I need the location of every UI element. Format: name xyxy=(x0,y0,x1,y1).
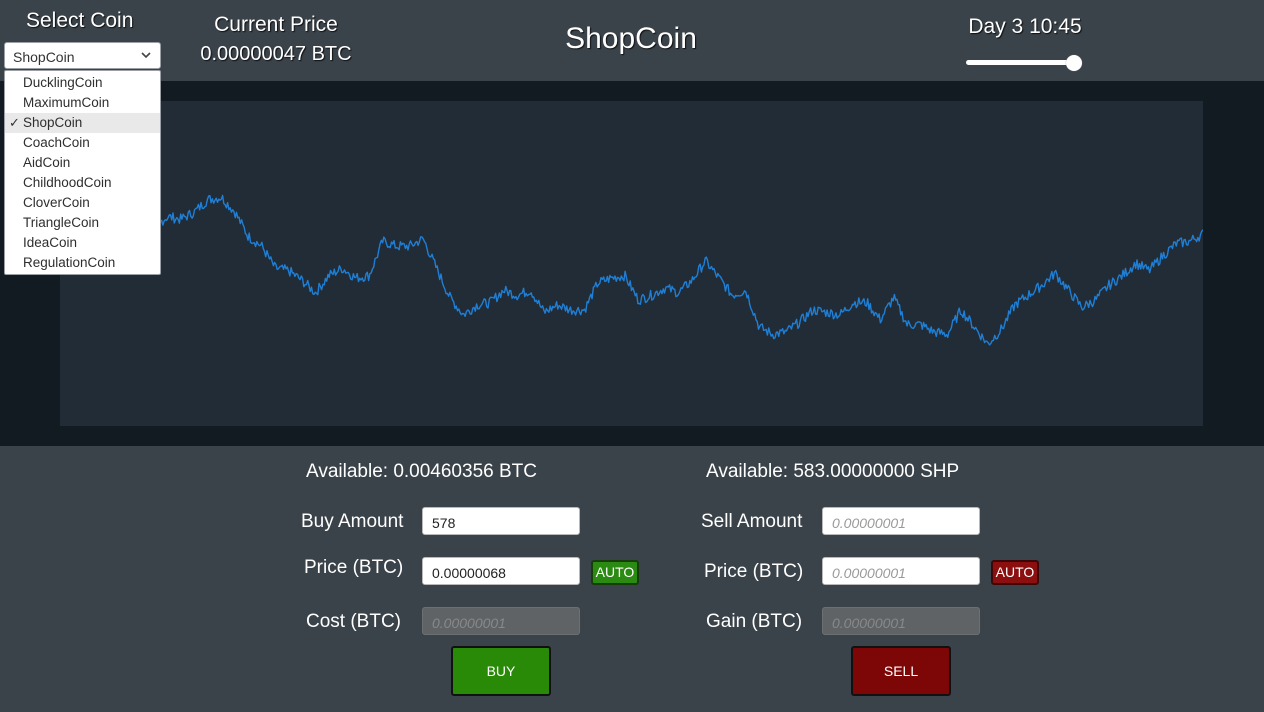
chart-frame xyxy=(0,81,1264,446)
dropdown-item-clovercoin[interactable]: CloverCoin xyxy=(5,193,160,213)
current-price-label: Current Price xyxy=(214,13,338,36)
dropdown-item-label: TriangleCoin xyxy=(23,215,100,230)
sell-button[interactable]: SELL xyxy=(851,646,951,696)
buy-available-text: Available: 0.00460356 BTC xyxy=(306,461,537,482)
dropdown-item-label: AidCoin xyxy=(23,155,71,170)
buy-amount-label: Buy Amount xyxy=(301,511,404,532)
buy-cost-label: Cost (BTC) xyxy=(306,611,401,632)
time-speed-slider[interactable] xyxy=(966,55,1082,71)
sell-amount-label: Sell Amount xyxy=(701,511,803,532)
dropdown-item-maximumcoin[interactable]: MaximumCoin xyxy=(5,93,160,113)
price-chart xyxy=(60,101,1203,426)
sell-price-input[interactable]: 0.00000001 xyxy=(822,557,980,585)
sell-available-text: Available: 583.00000000 SHP xyxy=(706,461,960,482)
coin-select-value: ShopCoin xyxy=(13,49,75,65)
buy-amount-input[interactable]: 578 xyxy=(422,507,580,535)
slider-track xyxy=(966,60,1074,65)
game-clock: Day 3 10:45 xyxy=(968,15,1082,38)
dropdown-item-ideacoin[interactable]: IdeaCoin xyxy=(5,233,160,253)
sell-gain-label: Gain (BTC) xyxy=(706,611,803,632)
buy-price-label: Price (BTC) xyxy=(304,557,404,578)
dropdown-item-childhoodcoin[interactable]: ChildhoodCoin xyxy=(5,173,160,193)
dropdown-item-shopcoin[interactable]: ✓ ShopCoin xyxy=(5,113,160,133)
dropdown-item-label: ChildhoodCoin xyxy=(23,175,112,190)
dropdown-item-regulationcoin[interactable]: RegulationCoin xyxy=(5,253,160,273)
top-bar: Select Coin ShopCoin Current Price 0.000… xyxy=(0,0,1264,81)
dropdown-item-label: IdeaCoin xyxy=(23,235,78,250)
dropdown-item-trianglecoin[interactable]: TriangleCoin xyxy=(5,213,160,233)
dropdown-item-label: DucklingCoin xyxy=(23,75,103,90)
buy-cost-field: 0.00000001 xyxy=(422,607,580,635)
slider-handle[interactable] xyxy=(1066,55,1082,71)
coin-dropdown-list: DucklingCoin MaximumCoin ✓ ShopCoin CoachCoi… xyxy=(4,70,161,275)
dropdown-item-ducklingcoin[interactable]: DucklingCoin xyxy=(5,73,160,93)
dropdown-item-label: ShopCoin xyxy=(23,115,83,130)
dropdown-item-coachcoin[interactable]: CoachCoin xyxy=(5,133,160,153)
dropdown-item-label: CoachCoin xyxy=(23,135,90,150)
page-title: ShopCoin xyxy=(565,22,697,55)
sell-amount-input[interactable]: 0.00000001 xyxy=(822,507,980,535)
dropdown-item-aidcoin[interactable]: AidCoin xyxy=(5,153,160,173)
buy-auto-price-button[interactable]: AUTO xyxy=(591,560,639,585)
sell-price-label: Price (BTC) xyxy=(704,561,804,582)
select-coin-label: Select Coin xyxy=(26,9,134,32)
price-chart-svg xyxy=(60,153,1203,346)
sell-auto-price-button[interactable]: AUTO xyxy=(991,560,1039,585)
dropdown-item-label: RegulationCoin xyxy=(23,255,116,270)
current-price-block: Current Price 0.00000047 BTC xyxy=(192,13,360,66)
dropdown-item-label: CloverCoin xyxy=(23,195,90,210)
coin-select-dropdown[interactable]: ShopCoin xyxy=(4,42,161,69)
buy-button[interactable]: BUY xyxy=(451,646,551,696)
current-price-value: 0.00000047 BTC xyxy=(200,43,352,65)
dropdown-item-label: MaximumCoin xyxy=(23,95,110,110)
buy-price-input[interactable]: 0.00000068 xyxy=(422,557,580,585)
sell-gain-field: 0.00000001 xyxy=(822,607,980,635)
chevron-down-icon xyxy=(141,52,151,59)
price-series-line xyxy=(60,153,1203,346)
checkmark-icon: ✓ xyxy=(9,115,20,130)
